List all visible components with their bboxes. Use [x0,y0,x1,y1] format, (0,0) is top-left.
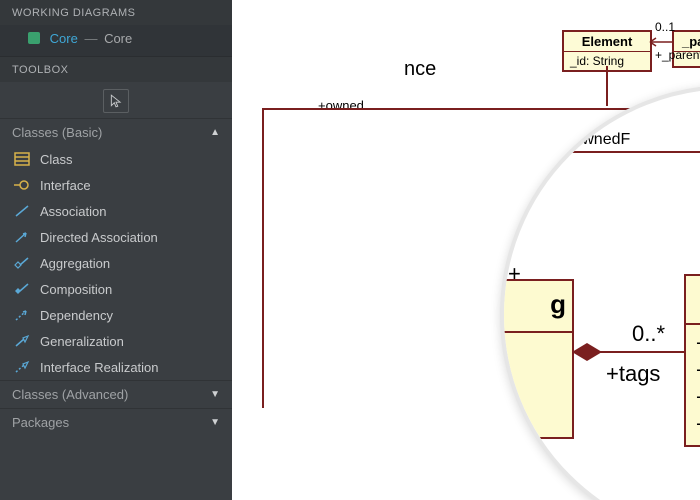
diagram-dash: — [84,31,97,46]
tool-composition[interactable]: Composition [0,276,232,302]
connector-line [556,151,700,153]
connector-line [262,108,264,408]
tool-interface[interactable]: Interface [0,172,232,198]
class-title-fragment: g [500,281,572,333]
class-attr: +number: Integer [696,412,700,439]
toolbox-header: TOOLBOX [0,57,232,82]
multiplicity-label: 0..1 [655,20,675,34]
tool-aggregation[interactable]: Aggregation [0,250,232,276]
owned-label: +ownedF [564,131,630,149]
diagram-canvas[interactable]: Element _id: String _pare 0..1 +_parent … [232,0,700,500]
text-fragment: +owned [318,98,364,113]
class-attr: +kind: TagKind [696,331,700,358]
directed-association-icon [14,229,30,245]
class-title: Tag [686,276,700,325]
tool-label: Directed Association [40,230,158,245]
tool-label: Class [40,152,73,167]
tool-label: Interface Realization [40,360,159,375]
caret-down-icon: ▼ [210,417,220,428]
tool-directed-association[interactable]: Directed Association [0,224,232,250]
multiplicity-label: 0..* [632,321,665,347]
association-arrow [650,36,674,48]
section-classes-basic[interactable]: Classes (Basic) ▲ [0,118,232,146]
role-label: +tags [606,361,660,387]
section-label: Packages [12,415,69,430]
connector-line [534,439,536,500]
diagram-icon [28,32,40,44]
zoom-lens: +ownedF + g 0..* +tags Tag +kind: TagKin… [500,85,700,500]
class-attrs: +kind: TagKind +value: String +checked: … [686,325,700,445]
tool-association[interactable]: Association [0,198,232,224]
tool-label: Interface [40,178,91,193]
text-fragment: nce [404,58,436,81]
generalization-icon [14,333,30,349]
tool-label: Composition [40,282,112,297]
interface-icon [14,177,30,193]
tool-label: Generalization [40,334,124,349]
class-icon [14,151,30,167]
working-diagram-item[interactable]: Core — Core [0,25,232,57]
tool-label: Aggregation [40,256,110,271]
composition-icon [14,281,30,297]
pointer-tool[interactable] [103,89,129,113]
pointer-tool-row [0,82,232,118]
composition-diamond-icon [570,339,604,365]
caret-up-icon: ▲ [210,127,220,138]
aggregation-icon [14,255,30,271]
class-attr: +value: String [696,358,700,385]
class-attr: +checked: Boolean [696,385,700,412]
role-label: +_parent [655,48,700,62]
tool-label: Dependency [40,308,113,323]
class-title: Element [564,32,650,52]
section-label: Classes (Basic) [12,125,102,140]
interface-realization-icon [14,359,30,375]
tool-interface-realization[interactable]: Interface Realization [0,354,232,380]
cursor-icon [109,94,123,108]
diagram-link[interactable]: Core [50,31,78,46]
diagram-name: Core [104,31,132,46]
section-label: Classes (Advanced) [12,387,128,402]
tool-dependency[interactable]: Dependency [0,302,232,328]
uml-class-fragment-left[interactable]: g [500,279,574,439]
tool-class[interactable]: Class [0,146,232,172]
tool-label: Association [40,204,106,219]
caret-down-icon: ▼ [210,389,220,400]
sidebar: WORKING DIAGRAMS Core — Core TOOLBOX Cla… [0,0,232,500]
tool-generalization[interactable]: Generalization [0,328,232,354]
section-classes-advanced[interactable]: Classes (Advanced) ▼ [0,380,232,408]
working-diagrams-header: WORKING DIAGRAMS [0,0,232,25]
association-icon [14,203,30,219]
dependency-icon [14,307,30,323]
section-packages[interactable]: Packages ▼ [0,408,232,436]
uml-class-tag[interactable]: Tag +kind: TagKind +value: String +check… [684,274,700,447]
